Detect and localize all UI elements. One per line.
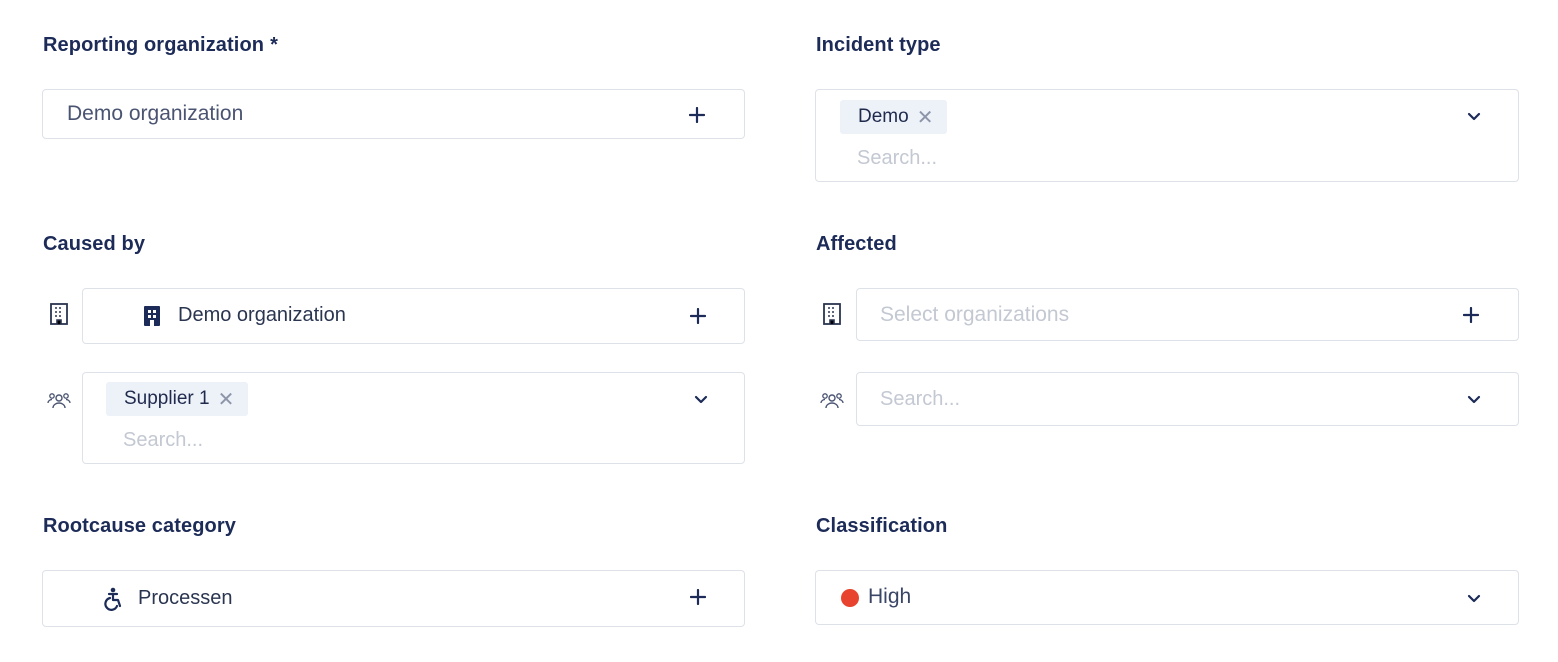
classification-value: High (868, 585, 912, 608)
supplier-tag: Supplier 1 ✕ (106, 382, 249, 416)
accessibility-icon (102, 586, 126, 612)
chevron-down-icon[interactable] (1462, 586, 1486, 610)
chevron-down-icon[interactable] (689, 387, 713, 411)
chevron-down-icon[interactable] (1462, 387, 1486, 411)
rootcause-category-label: Rootcause category (43, 515, 236, 537)
caused-by-organization-value: Demo organization (178, 304, 346, 326)
close-icon[interactable]: ✕ (218, 387, 235, 412)
supplier-tag-label: Supplier 1 (124, 388, 210, 409)
plus-icon[interactable] (1459, 303, 1483, 327)
plus-icon[interactable] (686, 304, 710, 328)
caused-by-label: Caused by (43, 233, 146, 255)
close-icon[interactable]: ✕ (917, 105, 934, 130)
people-icon (820, 387, 844, 413)
incident-type-search-input[interactable]: Search... (857, 147, 937, 170)
reporting-organization-field[interactable]: Demo organization (42, 89, 745, 139)
caused-by-search-input[interactable]: Search... (123, 429, 203, 452)
affected-organization-field[interactable]: Select organizations (856, 288, 1519, 341)
reporting-organization-label-text: Reporting organization (43, 34, 265, 56)
plus-icon[interactable] (686, 585, 710, 609)
rootcause-category-value: Processen (138, 587, 233, 609)
building-filled-icon (140, 303, 164, 329)
reporting-organization-label: Reporting organization * (43, 34, 278, 57)
required-mark: * (270, 34, 278, 56)
people-icon (47, 387, 71, 413)
incident-type-tag: Demo ✕ (840, 100, 948, 134)
building-icon (820, 301, 844, 327)
plus-icon[interactable] (685, 103, 709, 127)
affected-label: Affected (816, 233, 897, 255)
caused-by-organization-field[interactable]: Demo organization (82, 288, 745, 344)
caused-by-supplier-field[interactable]: Supplier 1 ✕ Search... (82, 372, 745, 464)
incident-type-field[interactable]: Demo ✕ Search... (815, 89, 1519, 182)
rootcause-category-field[interactable]: Processen (42, 570, 745, 627)
building-icon (47, 301, 71, 327)
affected-search-input[interactable]: Search... (880, 388, 960, 411)
affected-organization-placeholder: Select organizations (880, 303, 1070, 326)
reporting-organization-value: Demo organization (67, 102, 244, 125)
chevron-down-icon[interactable] (1462, 104, 1486, 128)
classification-select[interactable]: High (815, 570, 1519, 625)
classification-label: Classification (816, 515, 948, 537)
affected-search-field[interactable]: Search... (856, 372, 1519, 426)
status-dot (841, 589, 859, 607)
incident-type-tag-label: Demo (858, 106, 909, 127)
incident-type-label: Incident type (816, 34, 941, 56)
